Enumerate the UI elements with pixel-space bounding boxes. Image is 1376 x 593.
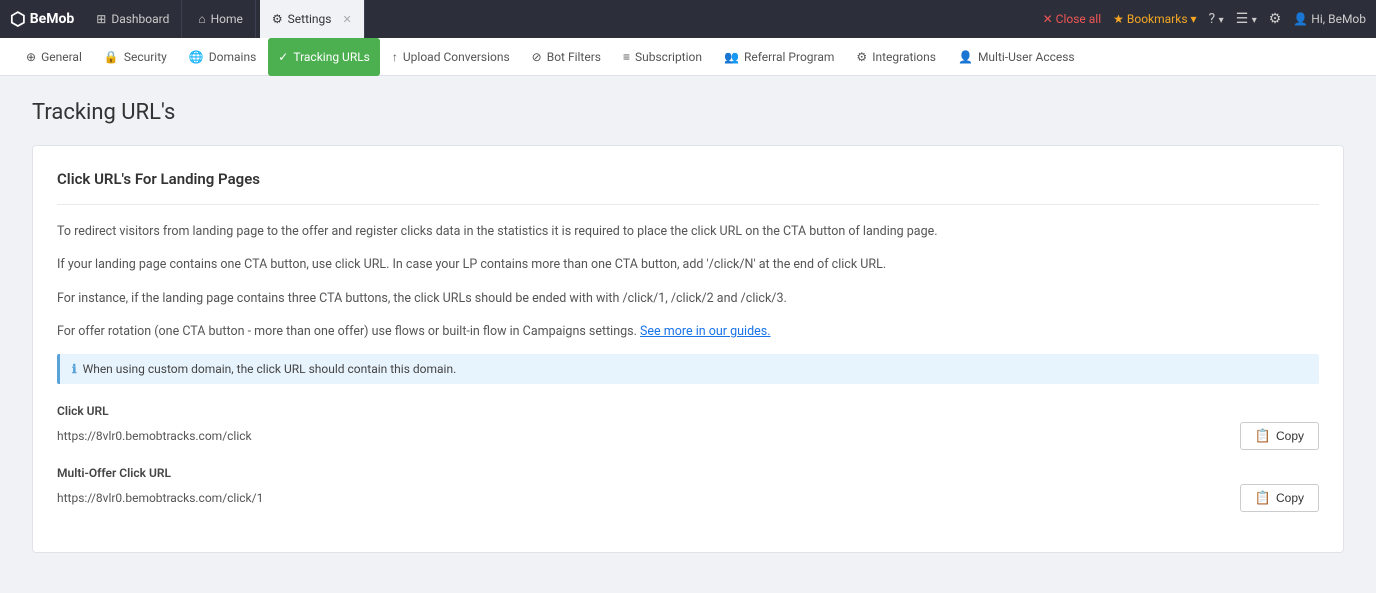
info-icon: ℹ xyxy=(72,362,77,376)
copy-multi-offer-label: Copy xyxy=(1276,491,1304,505)
close-all-button[interactable]: ✕ Close all xyxy=(1043,12,1102,26)
tab-settings-icon: ⚙ xyxy=(272,12,283,26)
description-line2: If your landing page contains one CTA bu… xyxy=(57,254,1319,275)
nav-item-referral-program[interactable]: 👥 Referral Program xyxy=(714,38,844,76)
bookmarks-label: Bookmarks xyxy=(1127,12,1188,26)
copy-multi-offer-url-button[interactable]: 📋 Copy xyxy=(1240,484,1319,512)
notifications-button[interactable]: ☰ ▾ xyxy=(1236,11,1257,27)
close-all-icon: ✕ xyxy=(1043,12,1053,26)
tab-dashboard-label: Dashboard xyxy=(111,12,169,26)
tab-settings[interactable]: ⚙ Settings ✕ xyxy=(260,0,365,38)
top-bar-right: ✕ Close all ★ Bookmarks ▾ ? ▾ ☰ ▾ ⚙ 👤 Hi… xyxy=(1043,11,1366,27)
help-chevron-icon: ▾ xyxy=(1219,15,1224,26)
tab-home[interactable]: ⌂ Home xyxy=(186,0,256,38)
close-all-label: Close all xyxy=(1056,12,1101,26)
multi-offer-url-value-row: https://8vlr0.bemobtracks.com/click/1 📋 … xyxy=(57,484,1319,512)
tab-settings-close-icon[interactable]: ✕ xyxy=(343,13,352,26)
tracking-urls-icon: ✓ xyxy=(278,50,288,64)
info-text: When using custom domain, the click URL … xyxy=(83,362,457,376)
page-title: Tracking URL's xyxy=(32,100,1344,125)
nav-subscription-label: Subscription xyxy=(635,50,702,64)
nav-general-label: General xyxy=(41,50,82,64)
click-url-label: Click URL xyxy=(57,404,1319,418)
gear-button[interactable]: ⚙ xyxy=(1269,11,1282,27)
menu-icon: ☰ xyxy=(1236,11,1249,27)
gear-icon: ⚙ xyxy=(1269,11,1282,27)
copy-click-url-label: Copy xyxy=(1276,429,1304,443)
click-url-value-row: https://8vlr0.bemobtracks.com/click 📋 Co… xyxy=(57,422,1319,450)
nav-bot-filters-label: Bot Filters xyxy=(547,50,601,64)
tab-dashboard-icon: ⊞ xyxy=(96,12,106,26)
copy-click-url-button[interactable]: 📋 Copy xyxy=(1240,422,1319,450)
copy-icon: 📋 xyxy=(1255,428,1271,444)
logo[interactable]: ⬡ BeMob xyxy=(10,9,74,30)
nav-multi-user-label: Multi-User Access xyxy=(978,50,1075,64)
nav-item-upload-conversions[interactable]: ↑ Upload Conversions xyxy=(382,38,520,76)
logo-text: BeMob xyxy=(30,11,75,27)
nav-item-subscription[interactable]: ≡ Subscription xyxy=(613,38,712,76)
multi-offer-url-label: Multi-Offer Click URL xyxy=(57,466,1319,480)
info-box: ℹ When using custom domain, the click UR… xyxy=(57,354,1319,384)
nav-item-multi-user-access[interactable]: 👤 Multi-User Access xyxy=(948,38,1085,76)
nav-security-label: Security xyxy=(124,50,167,64)
integrations-icon: ⚙ xyxy=(856,50,867,64)
rotation-text: For offer rotation (one CTA button - mor… xyxy=(57,321,1319,342)
section-title: Click URL's For Landing Pages xyxy=(57,170,1319,188)
nav-upload-conversions-label: Upload Conversions xyxy=(403,50,510,64)
see-more-link[interactable]: See more in our guides. xyxy=(640,324,771,339)
click-url-value: https://8vlr0.bemobtracks.com/click xyxy=(57,429,1228,443)
user-label: Hi, BeMob xyxy=(1311,12,1366,26)
nav-domains-label: Domains xyxy=(209,50,257,64)
multi-offer-url-row: Multi-Offer Click URL https://8vlr0.bemo… xyxy=(57,466,1319,512)
tab-home-label: Home xyxy=(211,12,243,26)
help-icon: ? xyxy=(1209,11,1216,27)
security-icon: 🔒 xyxy=(104,50,119,64)
nav-item-general[interactable]: ⊕ General xyxy=(16,38,92,76)
nav-item-tracking-urls[interactable]: ✓ Tracking URLs xyxy=(268,38,380,76)
star-icon: ★ xyxy=(1113,12,1124,26)
upload-conversions-icon: ↑ xyxy=(392,50,398,64)
nav-item-integrations[interactable]: ⚙ Integrations xyxy=(846,38,946,76)
bookmarks-button[interactable]: ★ Bookmarks ▾ xyxy=(1113,12,1196,26)
nav-item-security[interactable]: 🔒 Security xyxy=(94,38,177,76)
description-line3: For instance, if the landing page contai… xyxy=(57,288,1319,309)
nav-tracking-urls-label: Tracking URLs xyxy=(293,50,370,64)
chevron-down-icon: ▾ xyxy=(1191,12,1197,26)
description-line1: To redirect visitors from landing page t… xyxy=(57,221,1319,242)
domains-icon: 🌐 xyxy=(189,50,204,64)
notif-chevron-icon: ▾ xyxy=(1252,15,1257,26)
tab-dashboard[interactable]: ⊞ Dashboard xyxy=(84,0,182,38)
help-button[interactable]: ? ▾ xyxy=(1209,11,1224,27)
nav-integrations-label: Integrations xyxy=(872,50,936,64)
secondary-nav: ⊕ General 🔒 Security 🌐 Domains ✓ Trackin… xyxy=(0,38,1376,76)
tracking-urls-card: Click URL's For Landing Pages To redirec… xyxy=(32,145,1344,553)
referral-icon: 👥 xyxy=(724,50,739,64)
page-content: Tracking URL's Click URL's For Landing P… xyxy=(0,76,1376,593)
user-menu-button[interactable]: 👤 Hi, BeMob xyxy=(1293,12,1366,26)
top-bar-left: ⬡ BeMob ⊞ Dashboard ⌂ Home ⚙ Settings ✕ xyxy=(10,0,365,38)
click-url-row: Click URL https://8vlr0.bemobtracks.com/… xyxy=(57,404,1319,450)
subscription-icon: ≡ xyxy=(623,50,630,64)
top-bar: ⬡ BeMob ⊞ Dashboard ⌂ Home ⚙ Settings ✕ … xyxy=(0,0,1376,38)
multi-offer-url-value: https://8vlr0.bemobtracks.com/click/1 xyxy=(57,491,1228,505)
user-icon: 👤 xyxy=(1293,12,1308,26)
nav-item-bot-filters[interactable]: ⊘ Bot Filters xyxy=(522,38,611,76)
tab-home-icon: ⌂ xyxy=(198,12,205,26)
nav-referral-label: Referral Program xyxy=(744,50,834,64)
logo-icon: ⬡ xyxy=(10,9,26,30)
bot-filters-icon: ⊘ xyxy=(532,50,542,64)
nav-item-domains[interactable]: 🌐 Domains xyxy=(179,38,266,76)
general-icon: ⊕ xyxy=(26,50,36,64)
section-divider xyxy=(57,204,1319,205)
multi-user-icon: 👤 xyxy=(958,50,973,64)
tab-settings-label: Settings xyxy=(288,12,332,26)
copy-multi-offer-icon: 📋 xyxy=(1255,490,1271,506)
